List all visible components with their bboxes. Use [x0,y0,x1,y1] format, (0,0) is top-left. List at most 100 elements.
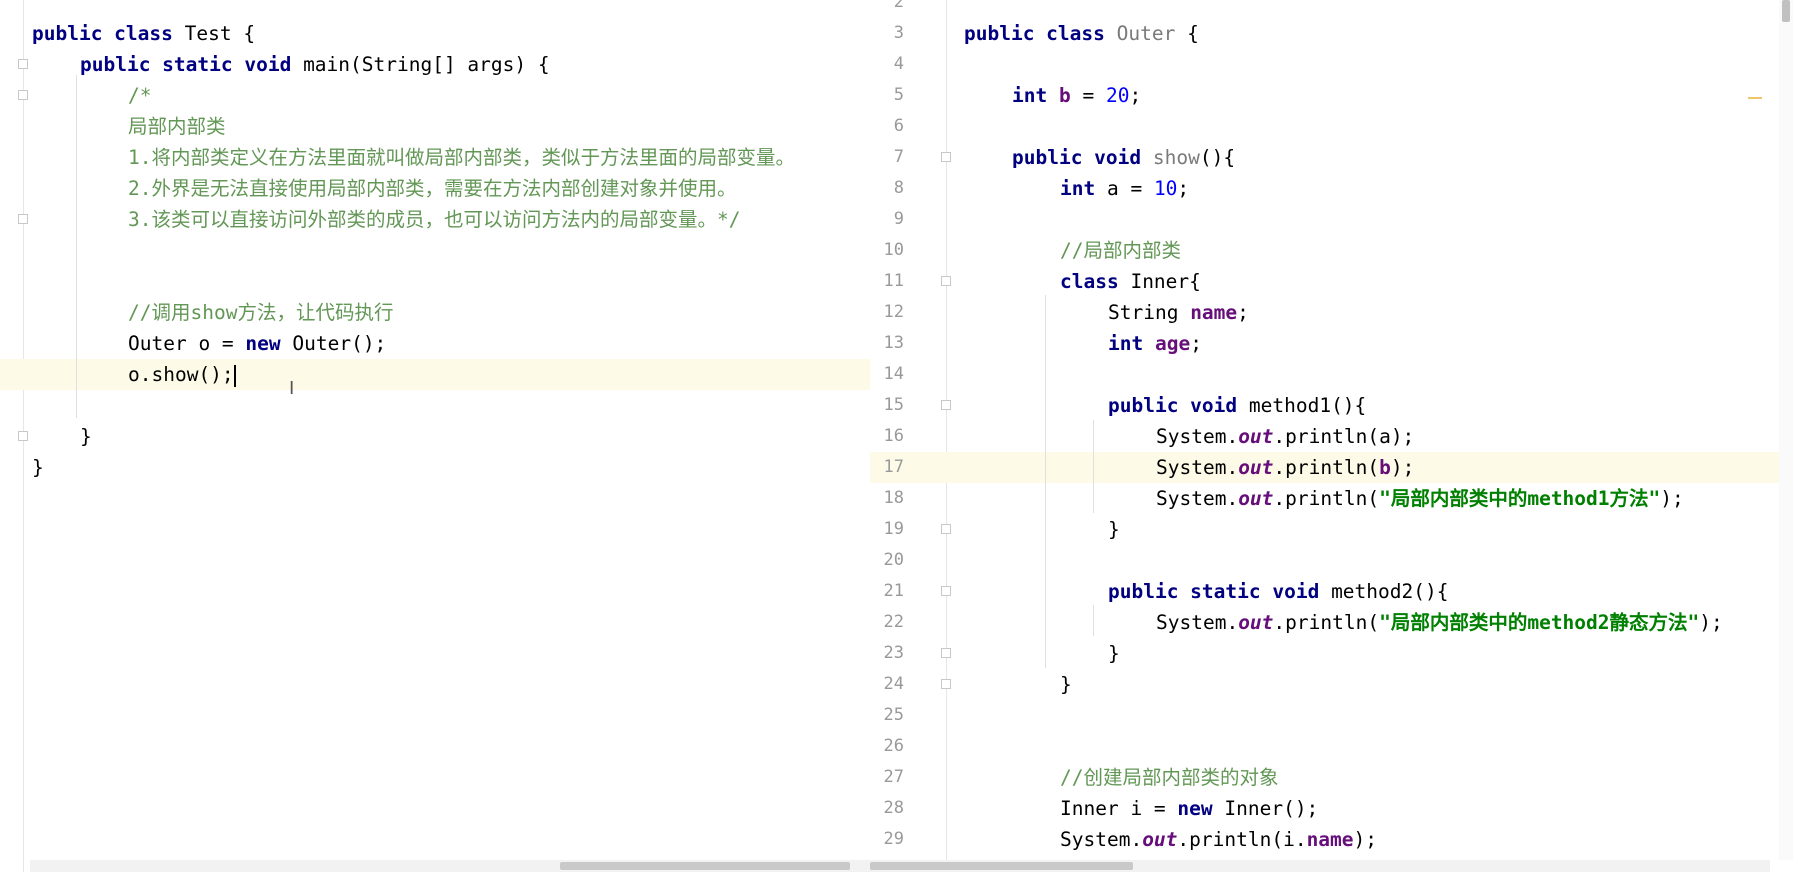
fold-end-main-icon[interactable] [18,431,28,441]
right-code-line[interactable]: 5 int b = 20; [870,80,1793,111]
left-code-line[interactable]: 2.外界是无法直接使用局部内部类，需要在方法内部创建对象并使用。 [0,173,870,204]
right-code-line[interactable]: 9 [870,204,1793,235]
fold-toggle-method2-icon[interactable] [941,586,951,596]
right-code-line[interactable]: 26 [870,731,1793,762]
left-editor-pane[interactable]: public class Test {public static void ma… [0,0,870,872]
right-code-line[interactable]: 14 [870,359,1793,390]
code-token: (){ [1199,146,1236,169]
code-token: } [32,456,44,479]
left-scroll-thumb[interactable] [560,862,850,870]
left-code-line[interactable]: Outer o = new Outer(); [0,328,870,359]
right-code-line[interactable]: 11 class Inner{ [870,266,1793,297]
fold-end-method2-icon[interactable] [941,648,951,658]
fold-toggle-method1-icon[interactable] [941,400,951,410]
code-text: 1.将内部类定义在方法里面就叫做局部内部类，类似于方法里面的局部变量。 [128,142,795,173]
fold-toggle-main-icon[interactable] [18,59,28,69]
right-code-line[interactable]: 28 Inner i = new Inner(); [870,793,1793,824]
left-code-line[interactable] [0,390,870,421]
line-number: 10 [883,240,904,260]
left-code-line[interactable]: 1.将内部类定义在方法里面就叫做局部内部类，类似于方法里面的局部变量。 [0,142,870,173]
left-code-line[interactable]: public static void main(String[] args) { [0,49,870,80]
error-stripe-marker[interactable] [1748,97,1762,99]
right-code-line[interactable]: 10 //局部内部类 [870,235,1793,266]
code-token: out [1238,611,1274,634]
right-code-line[interactable]: 7 public void show(){ [870,142,1793,173]
left-code-line[interactable]: } [0,452,870,483]
left-code-line[interactable]: /* [0,80,870,111]
code-token: new [245,332,293,355]
right-code-line[interactable]: 23} [870,638,1793,669]
left-code-line[interactable] [0,235,870,266]
right-vertical-scrollbar[interactable] [1779,0,1793,860]
right-vertical-thumb[interactable] [1782,0,1790,22]
right-code-line[interactable]: 8 int a = 10; [870,173,1793,204]
fold-toggle-show-icon[interactable] [941,152,951,162]
right-code-line[interactable]: 3 public class Outer { [870,18,1793,49]
left-code-line[interactable]: o.show(); [0,359,870,390]
right-code-line[interactable]: 20 [870,545,1793,576]
code-token: 1.将内部类定义在方法里面就叫做局部内部类，类似于方法里面的局部变量。 [128,146,795,169]
code-text: } [1060,669,1072,700]
left-code-line[interactable]: public class Test { [0,18,870,49]
right-code-line[interactable]: 19} [870,514,1793,545]
line-number: 26 [883,736,904,756]
right-editor-pane[interactable]: 2 3 public class Outer { 4 5 int b = 20; 6 7 pub… [870,0,1793,872]
line-number: 23 [883,643,904,663]
left-code-line[interactable]: //调用show方法，让代码执行 [0,297,870,328]
code-token: show [1152,146,1200,169]
code-token: ; [1237,301,1249,324]
line-number: 20 [883,550,904,570]
code-token: class [1060,270,1131,293]
line-number: 12 [883,302,904,322]
right-code-line[interactable]: 18 System.out.println("局部内部类中的method1方法")… [870,483,1793,514]
left-code-line[interactable] [0,266,870,297]
code-text: } [1108,638,1120,669]
right-code-line[interactable]: 25 [870,700,1793,731]
right-code-line[interactable]: 6 [870,111,1793,142]
fold-end-comment-icon[interactable] [18,214,28,224]
line-number: 15 [883,395,904,415]
code-text: /* [128,80,151,111]
right-code-line[interactable]: 27 //创建局部内部类的对象 [870,762,1793,793]
code-token: ); [1660,487,1684,510]
right-code-line[interactable]: 4 [870,49,1793,80]
fold-end-inner-icon[interactable] [941,679,951,689]
right-code-line[interactable]: 13 int age; [870,328,1793,359]
code-token: Test { [184,22,256,45]
right-horizontal-scrollbar[interactable] [870,860,1770,872]
line-number: 19 [883,519,904,539]
right-code-line[interactable]: 2 [870,0,1793,18]
right-code-line[interactable]: 22 System.out.println("局部内部类中的method2静态方法… [870,607,1793,638]
fold-end-method1-icon[interactable] [941,524,951,534]
left-horizontal-scrollbar[interactable] [30,860,870,872]
line-number: 13 [883,333,904,353]
code-token: System. [1156,425,1239,448]
right-code-line[interactable]: 15 public void method1(){ [870,390,1793,421]
code-token: out [1238,456,1274,479]
fold-toggle-inner-icon[interactable] [941,276,951,286]
code-token: //调用show方法，让代码执行 [128,301,394,324]
code-token: //局部内部类 [1060,239,1181,262]
right-scroll-thumb[interactable] [870,862,1133,870]
right-code-line[interactable]: 21 public static void method2(){ [870,576,1793,607]
left-code-line[interactable]: } [0,421,870,452]
right-code-line[interactable]: 24} [870,669,1793,700]
right-code-line[interactable]: 12 String name; [870,297,1793,328]
code-token: method1(){ [1248,394,1367,417]
right-code-line[interactable]: 17 System.out.println(b); [870,452,1793,483]
right-code-line[interactable]: 29 System.out.println(i.name); [870,824,1793,855]
right-code-line[interactable]: 16 System.out.println(a); [870,421,1793,452]
left-code-line[interactable]: 3.该类可以直接访问外部类的成员，也可以访问方法内的局部变量。*/ [0,204,870,235]
code-token: out [1238,425,1274,448]
code-token: b [1379,456,1391,479]
code-token: ); [1353,828,1378,851]
line-number: 25 [883,705,904,725]
code-text: 3.该类可以直接访问外部类的成员，也可以访问方法内的局部变量。*/ [128,204,740,235]
code-token: out [1238,487,1274,510]
fold-toggle-comment-icon[interactable] [18,90,28,100]
code-text: System.out.println("局部内部类中的method2静态方法")… [1156,607,1723,638]
code-text: 局部内部类 [128,111,226,142]
code-text: } [32,452,44,483]
line-number: 4 [893,54,904,74]
left-code-line[interactable]: 局部内部类 [0,111,870,142]
